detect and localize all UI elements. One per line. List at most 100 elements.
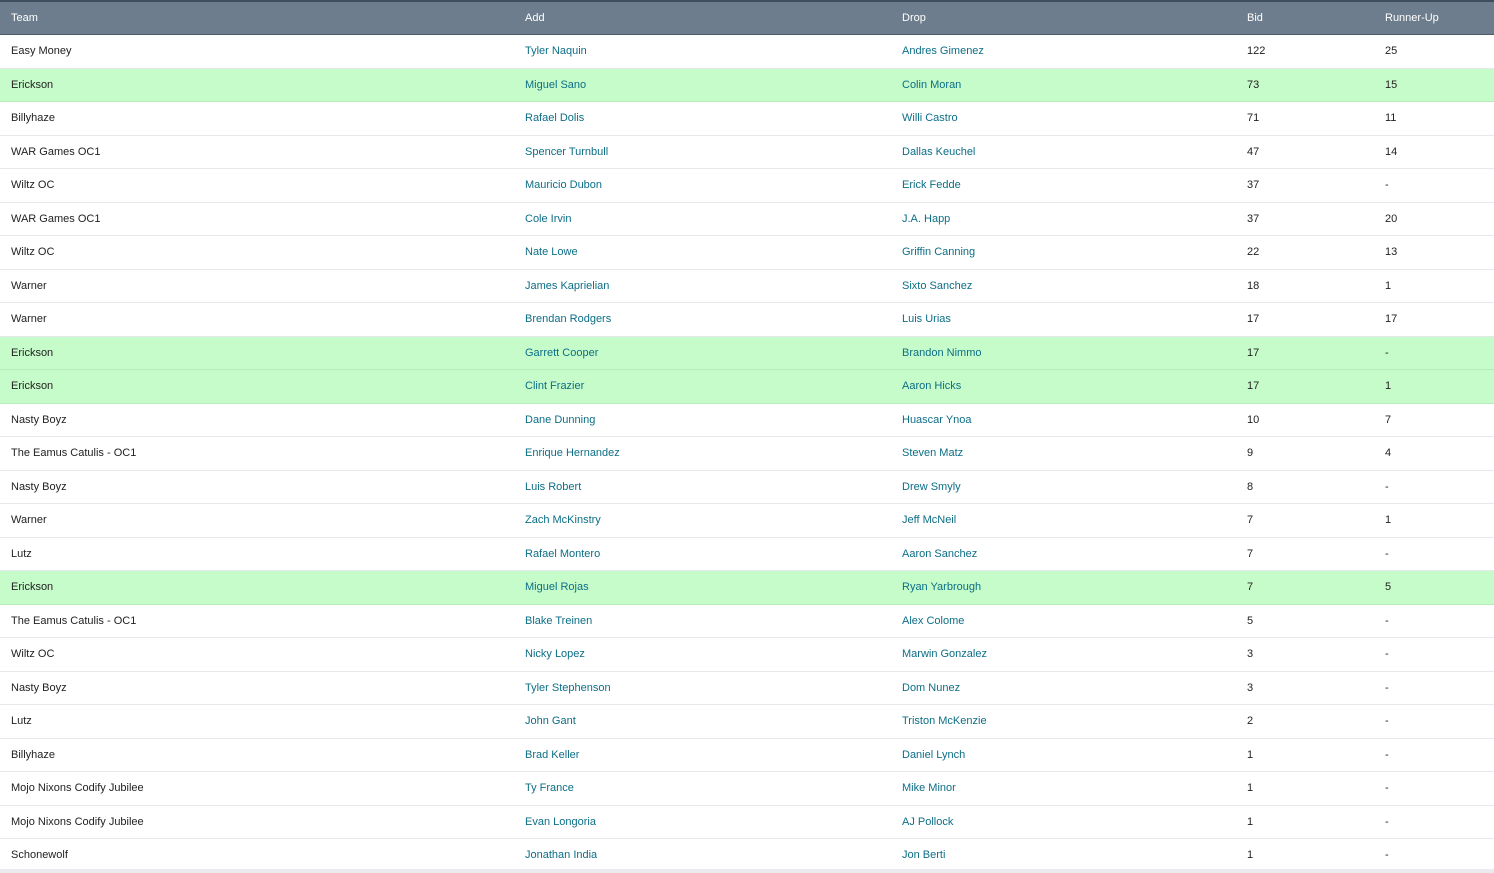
add-player-link[interactable]: James Kaprielian [525,280,902,292]
team-cell: Easy Money [11,45,72,58]
add-player-link[interactable]: Spencer Turnbull [525,146,902,158]
add-player-link[interactable]: Garrett Cooper [525,347,902,359]
add-player-link[interactable]: Dane Dunning [525,414,902,426]
drop-player-link[interactable]: Triston McKenzie [902,715,1247,727]
table-body: Easy Money Tyler Naquin Andres Gimenez 122 2… [0,35,1494,873]
team-cell: Schonewolf [11,849,68,862]
runner-up-cell: - [1385,849,1389,862]
drop-player-link[interactable]: Steven Matz [902,447,1247,459]
runner-up-cell: 14 [1385,145,1398,158]
drop-player-link[interactable]: Sixto Sanchez [902,280,1247,292]
drop-player-link[interactable]: Huascar Ynoa [902,414,1247,426]
bid-cell: 17 [1247,346,1260,359]
header-runner-up[interactable]: Runner-Up [1385,12,1494,24]
team-cell: Mojo Nixons Codify Jubilee [11,815,144,828]
runner-up-cell: 7 [1385,413,1392,426]
drop-player-link[interactable]: Andres Gimenez [902,45,1247,57]
bid-cell: 17 [1247,313,1260,326]
bid-cell: 3 [1247,648,1254,661]
runner-up-cell: 13 [1385,246,1398,259]
team-cell: Erickson [11,581,54,594]
add-player-link[interactable]: Nicky Lopez [525,648,902,660]
drop-player-link[interactable]: AJ Pollock [902,816,1247,828]
drop-player-link[interactable]: Aaron Sanchez [902,548,1247,560]
header-team[interactable]: Team [0,12,525,24]
drop-player-link[interactable]: Jon Berti [902,849,1247,861]
header-drop[interactable]: Drop [902,12,1247,24]
runner-up-cell: 5 [1385,581,1392,594]
bid-cell: 7 [1247,581,1254,594]
add-player-link[interactable]: Clint Frazier [525,380,902,392]
drop-player-link[interactable]: Erick Fedde [902,179,1247,191]
runner-up-cell: - [1385,614,1389,627]
add-player-link[interactable]: Cole Irvin [525,213,902,225]
team-cell: Mojo Nixons Codify Jubilee [11,782,144,795]
add-player-link[interactable]: Brendan Rodgers [525,313,902,325]
add-player-link[interactable]: Evan Longoria [525,816,902,828]
bid-cell: 73 [1247,78,1260,91]
add-player-link[interactable]: John Gant [525,715,902,727]
add-player-link[interactable]: Mauricio Dubon [525,179,902,191]
add-player-link[interactable]: Jonathan India [525,849,902,861]
bid-cell: 5 [1247,614,1254,627]
add-player-link[interactable]: Ty France [525,782,902,794]
add-player-link[interactable]: Tyler Stephenson [525,682,902,694]
drop-player-link[interactable]: Marwin Gonzalez [902,648,1247,660]
drop-player-link[interactable]: Jeff McNeil [902,514,1247,526]
bid-cell: 7 [1247,547,1254,560]
table-row: Nasty Boyz Tyler Stephenson Dom Nunez 3 - [0,671,1494,705]
drop-player-link[interactable]: Drew Smyly [902,481,1247,493]
drop-player-link[interactable]: Willi Castro [902,112,1247,124]
drop-player-link[interactable]: Brandon Nimmo [902,347,1247,359]
bid-cell: 71 [1247,112,1260,125]
add-player-link[interactable]: Zach McKinstry [525,514,902,526]
drop-player-link[interactable]: Alex Colome [902,615,1247,627]
table-row: Billyhaze Rafael Dolis Willi Castro 71 11 [0,102,1494,136]
table-row: Lutz John Gant Triston McKenzie 2 - [0,705,1494,739]
team-cell: Wiltz OC [11,179,55,192]
add-player-link[interactable]: Miguel Rojas [525,581,902,593]
drop-player-link[interactable]: Dallas Keuchel [902,146,1247,158]
team-cell: Warner [11,514,47,527]
team-cell: WAR Games OC1 [11,145,101,158]
horizontal-scrollbar[interactable] [0,869,1494,873]
add-player-link[interactable]: Enrique Hernandez [525,447,902,459]
drop-player-link[interactable]: Colin Moran [902,79,1247,91]
add-player-link[interactable]: Blake Treinen [525,615,902,627]
drop-player-link[interactable]: Daniel Lynch [902,749,1247,761]
table-row: Wiltz OC Mauricio Dubon Erick Fedde 37 - [0,169,1494,203]
header-bid[interactable]: Bid [1247,12,1385,24]
add-player-link[interactable]: Tyler Naquin [525,45,902,57]
drop-player-link[interactable]: J.A. Happ [902,213,1247,225]
table-row: Mojo Nixons Codify Jubilee Evan Longoria A… [0,805,1494,839]
add-player-link[interactable]: Miguel Sano [525,79,902,91]
table-header: Team Add Drop Bid Runner-Up [0,2,1494,35]
drop-player-link[interactable]: Luis Urias [902,313,1247,325]
drop-player-link[interactable]: Ryan Yarbrough [902,581,1247,593]
add-player-link[interactable]: Rafael Dolis [525,112,902,124]
drop-player-link[interactable]: Dom Nunez [902,682,1247,694]
runner-up-cell: 1 [1385,279,1392,292]
drop-player-link[interactable]: Aaron Hicks [902,380,1247,392]
runner-up-cell: 15 [1385,78,1398,91]
add-player-link[interactable]: Luis Robert [525,481,902,493]
table-row: Erickson Garrett Cooper Brandon Nimmo 17 - [0,336,1494,370]
team-cell: Erickson [11,78,54,91]
header-add[interactable]: Add [525,12,902,24]
team-cell: Lutz [11,547,32,560]
table-row: WAR Games OC1 Spencer Turnbull Dallas Keuc… [0,135,1494,169]
drop-player-link[interactable]: Mike Minor [902,782,1247,794]
add-player-link[interactable]: Rafael Montero [525,548,902,560]
add-player-link[interactable]: Nate Lowe [525,246,902,258]
runner-up-cell: - [1385,815,1389,828]
team-cell: Wiltz OC [11,648,55,661]
team-cell: Nasty Boyz [11,480,67,493]
drop-player-link[interactable]: Griffin Canning [902,246,1247,258]
add-player-link[interactable]: Brad Keller [525,749,902,761]
bid-cell: 22 [1247,246,1260,259]
table-row: Warner James Kaprielian Sixto Sanchez 18 1 [0,269,1494,303]
waiver-results-table: Team Add Drop Bid Runner-Up Easy Money Ty… [0,0,1494,873]
runner-up-cell: 1 [1385,514,1392,527]
team-cell: Warner [11,313,47,326]
table-row: Wiltz OC Nate Lowe Griffin Canning 22 13 [0,236,1494,270]
